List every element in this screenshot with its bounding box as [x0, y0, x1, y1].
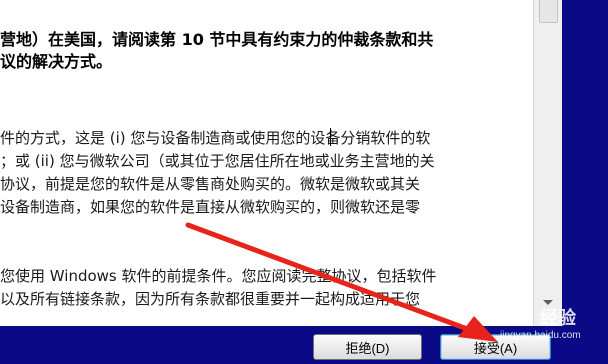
license-heading-line-2: 议的解决方式。 [0, 52, 113, 71]
license-paragraph-2-line-1: 您使用 Windows 软件的前提条件。您应阅读完整协议，包括软件 [0, 267, 437, 285]
license-paragraph-2-line-2: 以及所有链接条款，因为所有条款都很重要并一起构成适用于您 [0, 290, 421, 308]
watermark-brand: Bai [472, 304, 507, 329]
license-paragraph-1-line-1: 件的方式，这是 (i) 您与设备制造商或使用您的设备分销软件的软 [0, 129, 431, 147]
watermark-sub: jingyan.baidu.com [500, 330, 581, 341]
license-paragraph-1-line-2: ；或 (ii) 您与微软公司（或其位于您居住所在地或业务主营地的关 [0, 152, 435, 170]
license-text-area[interactable]: 营地）在美国，请阅读第 10 节中具有约束力的仲裁条款和共 议的解决方式。 件的… [0, 0, 533, 326]
baidu-jingyan-watermark: Bai 经验 jingyan.baidu.com [470, 300, 608, 341]
license-heading-line-1: 营地）在美国，请阅读第 10 节中具有约束力的仲裁条款和共 [0, 30, 434, 49]
text-cursor [330, 128, 331, 146]
license-paragraph-1-line-4: 设备制造商，如果您的软件是直接从微软购买的，则微软还是零 [0, 198, 421, 216]
decline-button[interactable]: 拒绝(D) [313, 334, 422, 360]
vertical-scrollbar[interactable] [533, 0, 562, 326]
license-paragraph-1-line-3: 协议，前提是您的软件是从零售商处购买的。微软是微软或其关 [0, 175, 421, 193]
scroll-thumb[interactable] [539, 0, 558, 23]
watermark-brand-2: 经验 [540, 308, 576, 328]
